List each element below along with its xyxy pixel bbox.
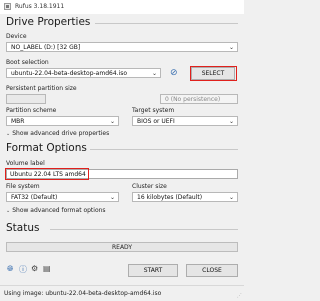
- target-system-label: Target system: [132, 107, 175, 114]
- settings-icon[interactable]: ⚙: [31, 264, 38, 273]
- advanced-format-label: Show advanced format options: [12, 207, 106, 214]
- boot-selection-dropdown[interactable]: ubuntu-22.04-beta-desktop-amd64.iso ⌄: [6, 68, 161, 78]
- advanced-drive-toggle[interactable]: ⌄ Show advanced drive properties: [6, 130, 109, 137]
- info-icon[interactable]: ⓘ: [19, 264, 27, 275]
- start-button[interactable]: START: [128, 264, 178, 277]
- boot-selection-label: Boot selection: [6, 59, 49, 66]
- status-bar: Using image: ubuntu-22.04-beta-desktop-a…: [0, 285, 244, 301]
- cluster-size-value: 16 kilobytes (Default): [137, 193, 203, 201]
- progress-bar: READY: [6, 242, 238, 252]
- file-system-label: File system: [6, 183, 40, 190]
- app-usb-icon: [4, 3, 11, 10]
- log-icon[interactable]: ▤: [43, 264, 51, 273]
- chevron-down-icon: ⌄: [109, 118, 115, 125]
- volume-label-highlight: [5, 168, 89, 180]
- persistent-partition-label: Persistent partition size: [6, 85, 77, 92]
- volume-label-label: Volume label: [6, 160, 45, 167]
- persistent-size-value: 0 (No persistence): [165, 95, 221, 103]
- check-icon[interactable]: ⊘: [170, 68, 178, 78]
- file-system-dropdown[interactable]: FAT32 (Default) ⌄: [6, 192, 119, 202]
- globe-icon[interactable]: 🌐︎: [7, 264, 13, 274]
- status-bar-text: Using image: ubuntu-22.04-beta-desktop-a…: [4, 290, 162, 297]
- partition-scheme-value: MBR: [11, 117, 25, 125]
- target-system-dropdown[interactable]: BIOS or UEFI ⌄: [132, 116, 238, 126]
- cluster-size-dropdown[interactable]: 16 kilobytes (Default) ⌄: [132, 192, 238, 202]
- section-divider: [95, 23, 238, 24]
- title-bar: Rufus 3.18.1911: [0, 0, 244, 14]
- cluster-size-label: Cluster size: [132, 183, 167, 190]
- drive-properties-heading: Drive Properties: [6, 16, 91, 28]
- partition-scheme-dropdown[interactable]: MBR ⌄: [6, 116, 119, 126]
- device-dropdown[interactable]: NO_LABEL (D:) [32 GB] ⌄: [6, 42, 238, 52]
- persistent-slider: [6, 94, 46, 104]
- chevron-down-icon: ⌄: [228, 44, 234, 51]
- chevron-down-icon: ⌄: [6, 130, 11, 137]
- target-system-value: BIOS or UEFI: [137, 117, 175, 125]
- close-button[interactable]: CLOSE: [186, 264, 238, 277]
- advanced-format-toggle[interactable]: ⌄ Show advanced format options: [6, 207, 106, 214]
- chevron-down-icon: ⌄: [109, 194, 115, 201]
- window-title: Rufus 3.18.1911: [15, 3, 65, 10]
- chevron-down-icon: ⌄: [228, 194, 234, 201]
- device-label: Device: [6, 33, 27, 40]
- device-value: NO_LABEL (D:) [32 GB]: [11, 43, 81, 51]
- partition-scheme-label: Partition scheme: [6, 107, 57, 114]
- format-options-heading: Format Options: [6, 142, 87, 154]
- boot-selection-value: ubuntu-22.04-beta-desktop-amd64.iso: [11, 69, 128, 77]
- file-system-value: FAT32 (Default): [11, 193, 58, 201]
- section-divider: [50, 229, 238, 230]
- resize-grip-icon[interactable]: ⋰: [237, 293, 242, 299]
- chevron-down-icon: ⌄: [6, 207, 11, 214]
- progress-text: READY: [111, 243, 133, 251]
- chevron-down-icon: ⌄: [151, 70, 157, 77]
- persistent-size-field: 0 (No persistence): [160, 94, 238, 104]
- advanced-drive-label: Show advanced drive properties: [12, 130, 110, 137]
- select-highlight: [190, 66, 237, 81]
- section-divider: [90, 149, 238, 150]
- status-heading: Status: [6, 222, 40, 234]
- chevron-down-icon: ⌄: [228, 118, 234, 125]
